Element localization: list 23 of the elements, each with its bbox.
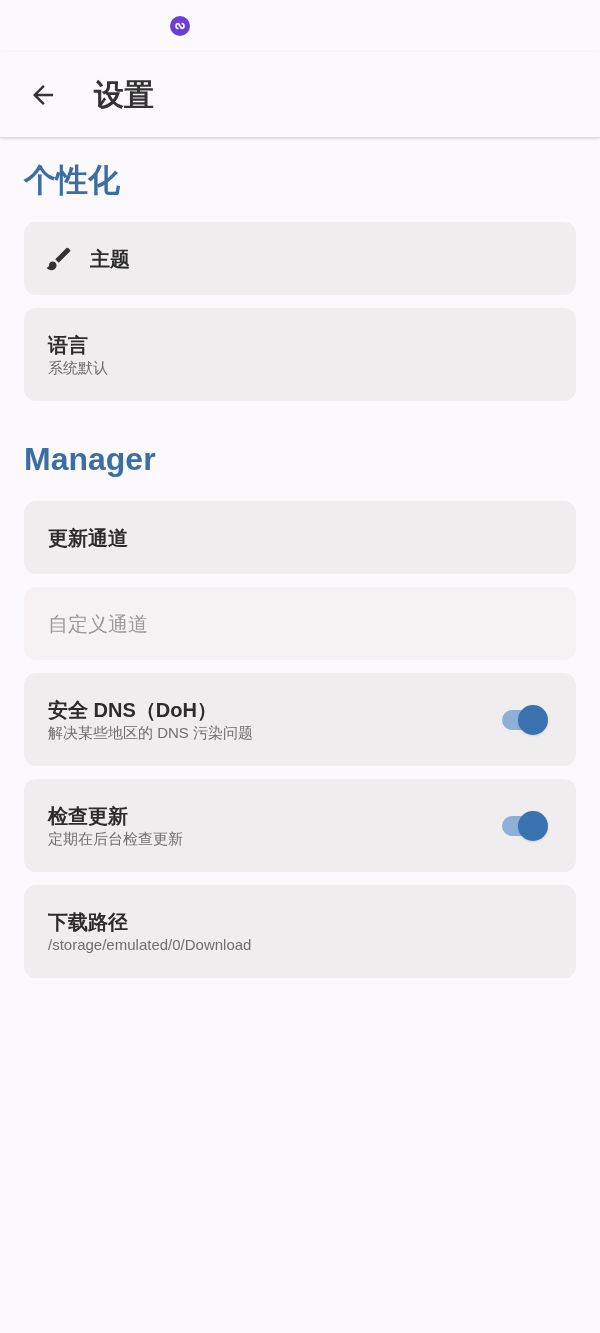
settings-item[interactable]: 检查更新 定期在后台检查更新 bbox=[24, 779, 576, 872]
settings-item[interactable]: 下载路径 /storage/emulated/0/Download bbox=[24, 885, 576, 978]
section-title: Manager bbox=[24, 440, 157, 479]
settings-item[interactable]: 语言 系统默认 bbox=[24, 308, 576, 401]
toggle-switch[interactable] bbox=[500, 704, 548, 735]
screen-title: 设置 bbox=[94, 77, 154, 113]
settings-item[interactable]: 更新通道 bbox=[24, 501, 576, 574]
item-subtitle: 解决某些地区的 DNS 污染问题 bbox=[48, 722, 254, 743]
item-subtitle: 定期在后台检查更新 bbox=[48, 828, 184, 849]
link-icon bbox=[170, 16, 190, 36]
settings-item[interactable]: 安全 DNS（DoH） 解决某些地区的 DNS 污染问题 bbox=[24, 673, 576, 766]
item-title: 语言 bbox=[48, 332, 89, 358]
item-title: 更新通道 bbox=[48, 525, 129, 551]
toggle-switch[interactable] bbox=[500, 810, 548, 841]
item-title: 检查更新 bbox=[48, 803, 129, 829]
item-subtitle: 系统默认 bbox=[48, 357, 109, 378]
section-title: 个性化 bbox=[24, 161, 121, 200]
item-title: 自定义通道 bbox=[48, 611, 149, 637]
item-title: 下载路径 bbox=[48, 909, 129, 935]
item-title: 安全 DNS（DoH） bbox=[48, 697, 218, 723]
settings-item[interactable]: 主题 bbox=[24, 222, 576, 295]
item-subtitle: /storage/emulated/0/Download bbox=[48, 934, 253, 955]
item-title: 主题 bbox=[90, 246, 131, 272]
